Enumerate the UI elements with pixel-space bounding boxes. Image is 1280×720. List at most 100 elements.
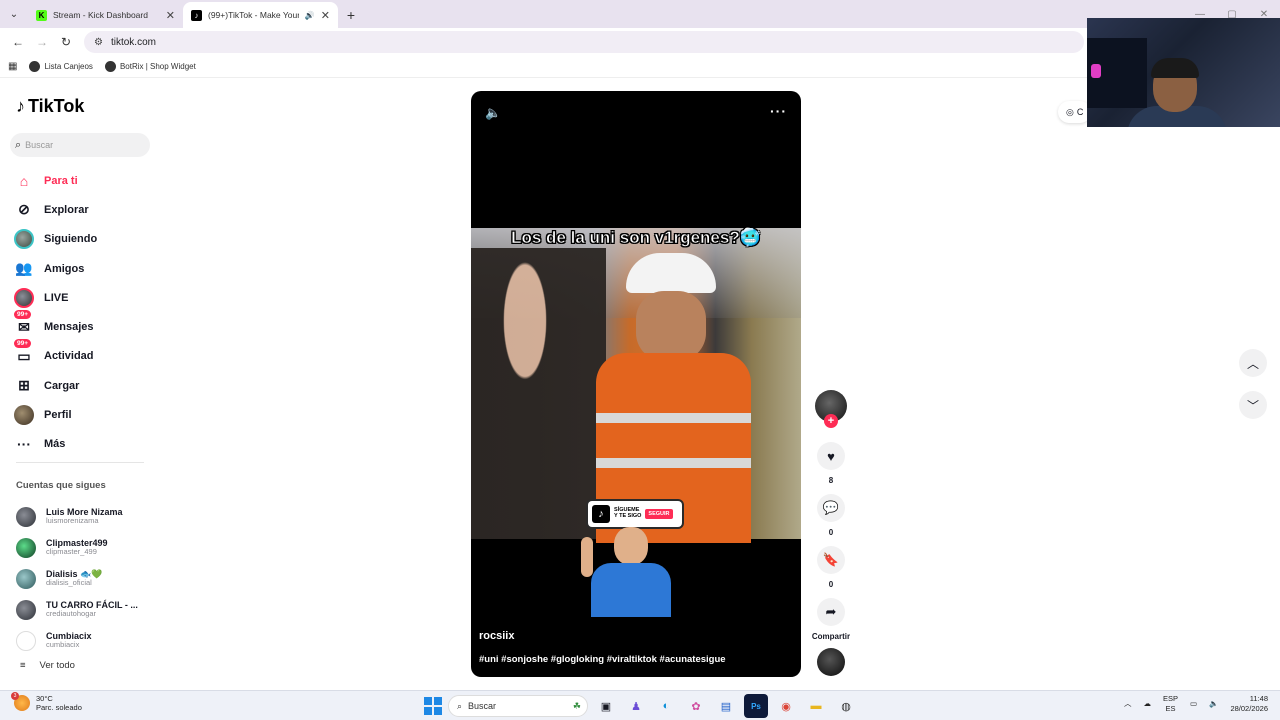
url-field[interactable]: ⚙ tiktok.com bbox=[84, 31, 1084, 53]
tab-search-chevron-icon[interactable]: ⌄ bbox=[0, 0, 28, 28]
video-player[interactable]: 🔈 ··· Los de la uni son v1rgenes?🥶 ♪ SÍG… bbox=[471, 91, 801, 677]
taskbar-search-label: Buscar bbox=[468, 701, 497, 711]
cloud-offline-icon[interactable]: ☁ bbox=[1144, 699, 1152, 708]
tray-chevron-up-icon[interactable]: ︿ bbox=[1124, 698, 1132, 709]
follow-sticker: ♪ SÍGUEME Y TE SIGO SEGUIR bbox=[588, 501, 682, 527]
new-tab-button[interactable]: + bbox=[338, 2, 364, 28]
tiktok-note-icon: ♪ bbox=[16, 96, 25, 116]
language-indicator[interactable]: ESP ES bbox=[1163, 694, 1178, 713]
nav-label: Perfil bbox=[44, 409, 72, 422]
more-options-icon[interactable]: ··· bbox=[770, 103, 787, 119]
windows-start-icon[interactable] bbox=[424, 697, 442, 715]
follow-plus-icon[interactable]: + bbox=[824, 414, 838, 428]
reload-button[interactable]: ↻ bbox=[54, 30, 78, 54]
chevron-down-icon: ﹀ bbox=[1246, 398, 1259, 413]
network-icon[interactable]: ▭ bbox=[1190, 699, 1197, 708]
following-section-title: Cuentas que sigues bbox=[16, 480, 106, 491]
bookmark-icon: 🔖 bbox=[822, 552, 840, 567]
file-explorer-icon[interactable]: ▬ bbox=[804, 694, 828, 718]
nav-item-siguiendo[interactable]: Siguiendo bbox=[0, 225, 160, 254]
get-app-icon: ◎ bbox=[1066, 106, 1074, 117]
store-icon[interactable]: ▤ bbox=[714, 694, 738, 718]
profile-avatar bbox=[14, 405, 34, 426]
nav-item-cargar[interactable]: ⊞ Cargar bbox=[0, 371, 160, 400]
language-code: ESP bbox=[1163, 694, 1179, 704]
logo-text: TikTok bbox=[28, 96, 85, 116]
copilot-icon[interactable]: ✿ bbox=[684, 694, 708, 718]
tab-kick-dashboard[interactable]: K Stream - Kick Dashboard ✕ bbox=[28, 2, 183, 28]
list-icon: ≡ bbox=[20, 660, 26, 671]
forward-button[interactable]: → bbox=[30, 30, 54, 54]
temperature: 30°C bbox=[36, 694, 53, 703]
notification-badge: 99+ bbox=[14, 310, 32, 320]
see-all-link[interactable]: ≡ Ver todo bbox=[20, 660, 75, 671]
save-button[interactable]: 🔖 bbox=[817, 546, 845, 574]
video-hashtags[interactable]: #uni #sonjoshe #glogloking #viraltiktok … bbox=[479, 654, 726, 665]
back-button[interactable]: ← bbox=[6, 30, 30, 54]
volume-icon[interactable]: 🔈 bbox=[1209, 699, 1218, 708]
bookmark-label: Lista Canjeos bbox=[44, 62, 93, 71]
nav-label: Amigos bbox=[44, 262, 85, 275]
url-text: tiktok.com bbox=[110, 36, 156, 48]
video-man-arm bbox=[581, 537, 593, 577]
video-helmet bbox=[626, 253, 716, 293]
nav-item-live[interactable]: LIVE bbox=[0, 283, 160, 312]
share-button[interactable]: ➦ bbox=[817, 598, 845, 626]
like-button[interactable]: ♥ bbox=[817, 442, 845, 470]
save-count: 0 bbox=[828, 580, 834, 589]
nav-label: Siguiendo bbox=[44, 233, 98, 246]
bookmark-botrix[interactable]: BotRix | Shop Widget bbox=[104, 61, 196, 72]
following-account[interactable]: Clipmaster499 clipmaster_499 bbox=[16, 532, 156, 563]
tab-title: Stream - Kick Dashboard bbox=[53, 10, 148, 20]
nav-item-amigos[interactable]: 👥 Amigos bbox=[0, 254, 160, 283]
following-account[interactable]: Cumbiacix cumbiacix bbox=[16, 625, 156, 656]
tab-audio-icon[interactable]: 🔊 bbox=[305, 11, 315, 20]
teams-icon[interactable]: ♟ bbox=[624, 694, 648, 718]
get-app-label: C bbox=[1076, 107, 1084, 117]
nav-item-mensajes[interactable]: ✉ 99+ Mensajes bbox=[0, 310, 160, 341]
video-author[interactable]: rocsiix bbox=[479, 630, 514, 642]
tiktok-icon: ♪ bbox=[592, 505, 610, 523]
tab-close-icon[interactable]: ✕ bbox=[321, 9, 330, 22]
chrome-icon[interactable]: ◉ bbox=[774, 694, 798, 718]
video-caption-overlay: Los de la uni son v1rgenes?🥶 bbox=[511, 228, 761, 248]
notification-badge: 99+ bbox=[14, 339, 32, 349]
music-disc[interactable] bbox=[817, 648, 845, 676]
apps-grid-icon[interactable]: ▦ bbox=[8, 61, 17, 72]
nav-item-mas[interactable]: ··· Más bbox=[0, 430, 160, 459]
comment-icon: 💬 bbox=[822, 500, 840, 515]
search-input[interactable]: ⌕ Buscar bbox=[10, 133, 150, 157]
clock[interactable]: 11:48 28/02/2026 bbox=[1230, 694, 1268, 714]
volume-icon[interactable]: 🔈 bbox=[485, 105, 501, 121]
weather-text: Parc. soleado bbox=[36, 703, 82, 712]
next-video-button[interactable]: ﹀ bbox=[1239, 391, 1267, 419]
tab-tiktok[interactable]: ♪ (99+)TikTok - Make Your Da 🔊 ✕ bbox=[183, 2, 338, 28]
photoshop-icon[interactable]: Ps bbox=[744, 694, 768, 718]
nav-label: Actividad bbox=[44, 350, 94, 363]
following-account[interactable]: Dialisis 🐟💚 dialisis_oficial bbox=[16, 563, 156, 594]
edge-icon[interactable]: ◐ bbox=[654, 694, 678, 718]
bookmark-lista-canjeos[interactable]: Lista Canjeos bbox=[29, 61, 93, 72]
video-frame bbox=[471, 228, 801, 543]
nav-item-perfil[interactable]: Perfil bbox=[0, 400, 160, 429]
weather-widget[interactable]: 3 30°C Parc. soleado bbox=[11, 692, 82, 712]
task-view-icon[interactable]: ▣ bbox=[594, 694, 618, 718]
system-tray: ︿ ☁ ESP ES ▭ 🔈 11:48 28/02/2026 bbox=[1124, 694, 1268, 714]
nav-label: LIVE bbox=[44, 291, 69, 304]
tiktok-logo[interactable]: ♪ TikTok bbox=[16, 96, 84, 117]
taskbar-search[interactable]: ⌕ Buscar ☘ bbox=[448, 695, 588, 717]
following-account[interactable]: TU CARRO FÁCIL - ... crediautohogar bbox=[16, 594, 156, 625]
previous-video-button[interactable]: ︿ bbox=[1239, 349, 1267, 377]
nav-label: Mensajes bbox=[44, 321, 94, 334]
obs-icon[interactable]: ◍ bbox=[834, 694, 858, 718]
nav-item-explorar[interactable]: ⊘ Explorar bbox=[0, 195, 160, 224]
avatar bbox=[16, 537, 36, 558]
tab-close-icon[interactable]: ✕ bbox=[166, 9, 175, 22]
site-settings-icon[interactable]: ⚙ bbox=[94, 37, 103, 48]
nav-item-para-ti[interactable]: ⌂ Para ti bbox=[0, 166, 160, 195]
more-icon: ··· bbox=[17, 436, 31, 453]
following-account[interactable]: Luis More Nizama luismorenizama bbox=[16, 501, 156, 532]
share-icon: ➦ bbox=[825, 604, 837, 619]
comment-button[interactable]: 💬 bbox=[817, 494, 845, 522]
nav-item-actividad[interactable]: ▭ 99+ Actividad bbox=[0, 339, 160, 371]
